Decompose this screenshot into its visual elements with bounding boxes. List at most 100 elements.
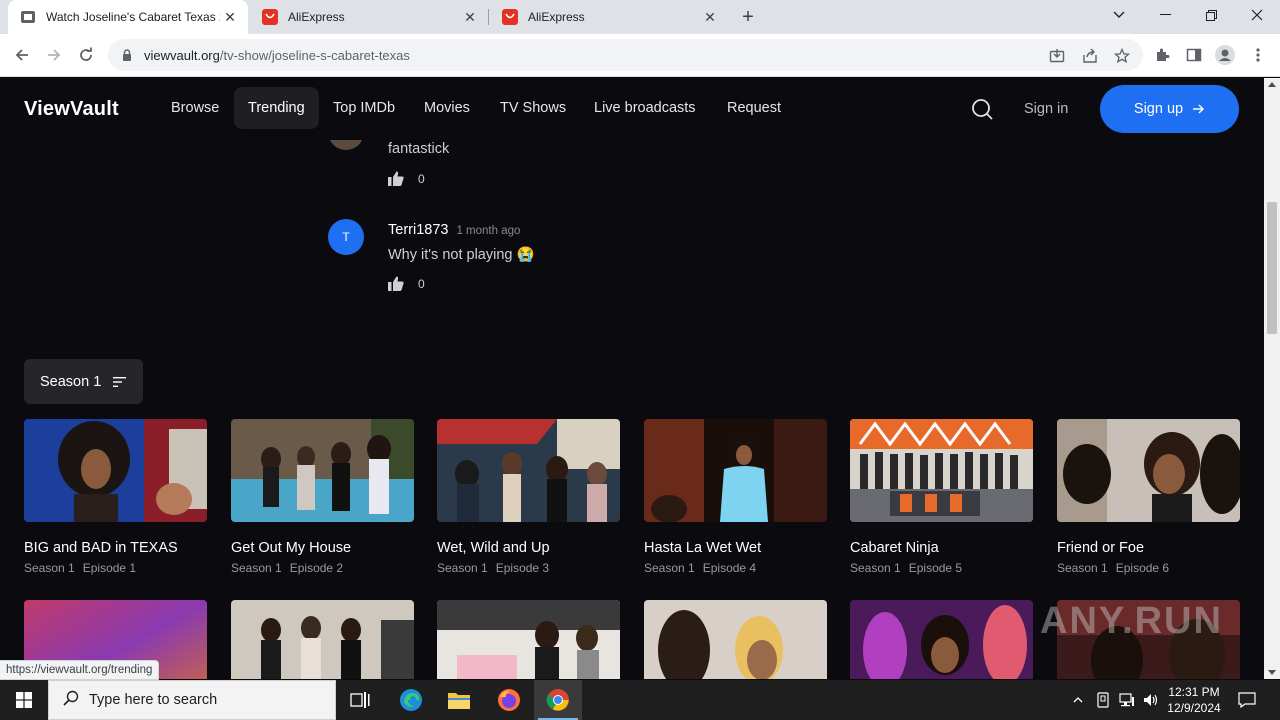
episode-thumbnail[interactable]	[231, 600, 414, 679]
scroll-down-icon[interactable]	[1268, 670, 1276, 675]
site-logo[interactable]: ViewVault	[24, 98, 119, 121]
episode-card[interactable]	[437, 600, 620, 679]
episode-season: Season 1	[850, 561, 901, 575]
tab-search-chevron-icon[interactable]	[1096, 0, 1142, 30]
file-explorer-icon[interactable]	[435, 680, 483, 720]
url-path: /tv-show/joseline-s-cabaret-texas	[219, 47, 410, 63]
episode-title: BIG and BAD in TEXAS	[24, 540, 178, 556]
episode-card[interactable]: Wet, Wild and Up Season 1 Episode 3	[437, 419, 620, 575]
url-text: viewvault.org/tv-show/joseline-s-cabaret…	[144, 48, 410, 63]
episode-card[interactable]: Cabaret Ninja Season 1 Episode 5	[850, 419, 1033, 575]
nav-trending[interactable]: Trending	[234, 87, 319, 129]
like-button[interactable]: 0	[388, 171, 425, 186]
avatar: T	[328, 219, 364, 255]
episode-card[interactable]: Friend or Foe Season 1 Episode 6	[1057, 419, 1240, 575]
episode-number: Episode 2	[289, 561, 344, 575]
episode-card[interactable]: Hasta La Wet Wet Season 1 Episode 4	[644, 419, 827, 575]
episode-title: Cabaret Ninja	[850, 540, 939, 556]
close-tab-icon[interactable]: ✕	[700, 7, 720, 27]
page-scrollbar[interactable]	[1264, 78, 1280, 679]
episode-thumbnail[interactable]	[850, 600, 1033, 679]
taskbar-clock[interactable]: 12:31 PM 12/9/2024	[1162, 684, 1226, 716]
volume-icon[interactable]	[1140, 680, 1162, 720]
episode-season: Season 1	[644, 561, 695, 575]
bookmark-star-icon[interactable]	[1113, 47, 1131, 65]
episode-number: Episode 1	[82, 561, 137, 575]
close-tab-icon[interactable]: ✕	[220, 7, 240, 27]
tab-aliexpress-2[interactable]: AliExpress ✕	[490, 0, 728, 34]
install-app-icon[interactable]	[1048, 47, 1066, 65]
search-icon[interactable]	[970, 97, 994, 121]
forward-icon[interactable]	[40, 41, 68, 69]
episode-thumbnail[interactable]	[437, 419, 620, 522]
episode-number: Episode 6	[1115, 561, 1170, 575]
episode-thumbnail[interactable]	[850, 419, 1033, 522]
back-icon[interactable]	[8, 41, 36, 69]
lock-icon[interactable]	[120, 48, 134, 62]
nav-browse[interactable]: Browse	[157, 87, 233, 129]
scroll-up-icon[interactable]	[1268, 82, 1276, 87]
episode-card[interactable]	[231, 600, 414, 679]
episode-thumbnail[interactable]	[644, 419, 827, 522]
episode-title: Friend or Foe	[1057, 540, 1145, 556]
episode-card[interactable]	[850, 600, 1033, 679]
episode-thumbnail[interactable]	[231, 419, 414, 522]
show-hidden-icons-chevron-icon[interactable]	[1068, 680, 1088, 720]
profile-icon[interactable]	[1215, 45, 1235, 65]
nav-request[interactable]: Request	[713, 87, 795, 129]
network-icon[interactable]	[1116, 680, 1138, 720]
episode-number: Episode 3	[495, 561, 550, 575]
episode-thumbnail[interactable]	[437, 600, 620, 679]
device-icon[interactable]	[1092, 680, 1114, 720]
new-tab-icon[interactable]: +	[736, 5, 760, 29]
menu-kebab-icon[interactable]	[1248, 45, 1268, 65]
episode-number: Episode 5	[908, 561, 963, 575]
edge-icon[interactable]	[387, 680, 435, 720]
sign-up-label: Sign up	[1133, 101, 1184, 117]
episode-card[interactable]: Get Out My House Season 1 Episode 2	[231, 419, 414, 575]
sign-in-link[interactable]: Sign in	[1024, 101, 1068, 117]
tab-title: AliExpress	[288, 10, 345, 24]
episode-meta: Season 1 Episode 5	[850, 561, 1033, 575]
notifications-icon[interactable]	[1232, 680, 1262, 720]
minimize-icon[interactable]	[1142, 0, 1188, 30]
chrome-icon[interactable]	[534, 680, 582, 720]
watermark: ANY.RUN	[1040, 600, 1223, 642]
like-button[interactable]: 0	[388, 276, 425, 291]
tab-aliexpress-1[interactable]: AliExpress ✕	[250, 0, 488, 34]
share-icon[interactable]	[1081, 47, 1099, 65]
close-tab-icon[interactable]: ✕	[460, 7, 480, 27]
episode-card[interactable]: BIG and BAD in TEXAS Season 1 Episode 1	[24, 419, 207, 575]
taskbar: Type here to search 12:31 PM 12/9/2024	[0, 680, 1280, 720]
extensions-icon[interactable]	[1152, 45, 1172, 65]
task-view-icon[interactable]	[336, 680, 384, 720]
address-bar[interactable]: viewvault.org/tv-show/joseline-s-cabaret…	[108, 39, 1143, 71]
comment-username: Terri1873	[388, 222, 449, 238]
reload-icon[interactable]	[72, 41, 100, 69]
scrollbar-thumb[interactable]	[1267, 202, 1277, 334]
season-label: Season 1	[40, 373, 102, 390]
nav-tv-shows[interactable]: TV Shows	[486, 87, 580, 129]
firefox-icon[interactable]	[485, 680, 533, 720]
sort-lines-icon	[113, 376, 127, 387]
nav-top-imdb[interactable]: Top IMDb	[319, 87, 409, 129]
episode-thumbnail[interactable]	[644, 600, 827, 679]
aliexpress-icon	[502, 9, 518, 25]
arrow-right-icon	[1193, 101, 1205, 117]
windows-start-icon[interactable]	[0, 680, 48, 720]
episode-card[interactable]	[644, 600, 827, 679]
nav-movies[interactable]: Movies	[410, 87, 484, 129]
tab-separator	[488, 9, 489, 25]
side-panel-icon[interactable]	[1184, 45, 1204, 65]
season-selector-button[interactable]: Season 1	[24, 359, 143, 404]
taskbar-search-input[interactable]: Type here to search	[48, 680, 336, 720]
tab-viewvault[interactable]: Watch Joseline's Cabaret Texas 2 ✕	[8, 0, 248, 34]
comment-author[interactable]: Terri1873 1 month ago	[388, 222, 520, 238]
restore-icon[interactable]	[1188, 0, 1234, 30]
thumbs-up-icon	[388, 276, 404, 291]
nav-live-broadcasts[interactable]: Live broadcasts	[580, 87, 710, 129]
close-window-icon[interactable]	[1234, 0, 1280, 30]
sign-up-button[interactable]: Sign up	[1100, 85, 1239, 133]
episode-thumbnail[interactable]	[24, 419, 207, 522]
episode-thumbnail[interactable]	[1057, 419, 1240, 522]
